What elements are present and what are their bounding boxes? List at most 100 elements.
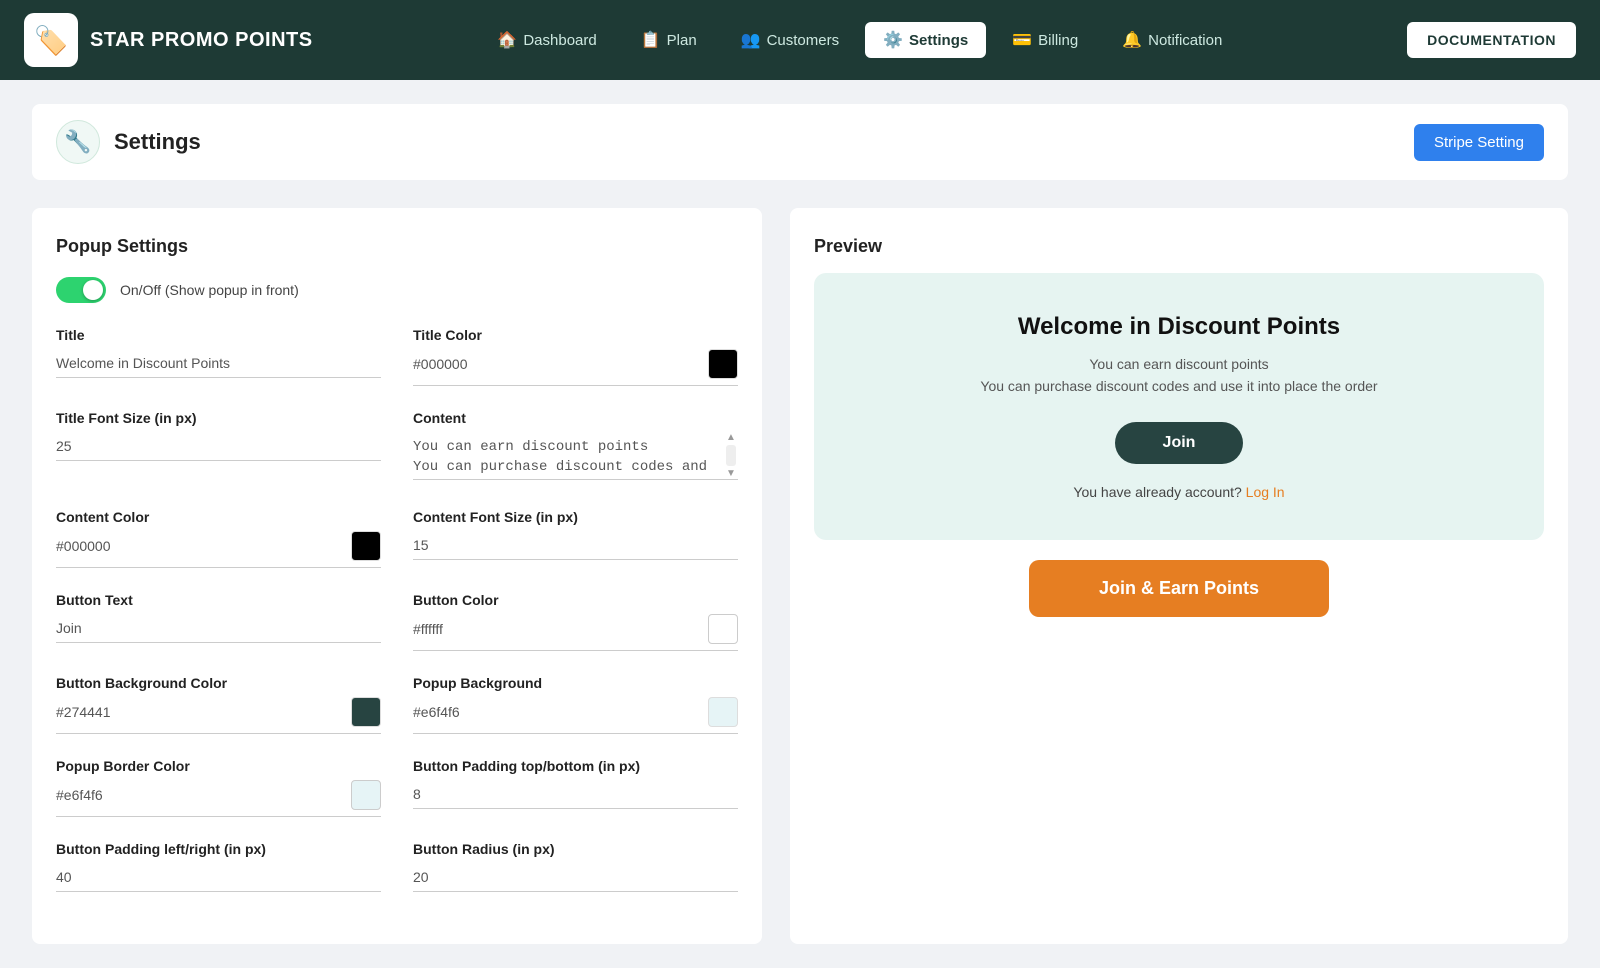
content-color-field: Content Color	[56, 509, 381, 568]
nav-plan[interactable]: 📋 Plan	[623, 22, 715, 58]
settings-icon: ⚙️	[883, 30, 903, 50]
button-radius-field: Button Radius (in px)	[413, 841, 738, 892]
button-color-label: Button Color	[413, 592, 738, 608]
button-bg-color-wrap	[56, 697, 381, 734]
popup-bg-swatch[interactable]	[708, 697, 738, 727]
popup-border-color-field: Popup Border Color	[56, 758, 381, 817]
preview-popup: Welcome in Discount Points You can earn …	[814, 273, 1544, 540]
popup-settings-title: Popup Settings	[56, 236, 738, 257]
popup-login-text: You have already account? Log In	[846, 484, 1512, 500]
content-font-size-input[interactable]	[413, 531, 738, 560]
account-text: You have already account?	[1073, 484, 1241, 500]
textarea-scrollbar[interactable]: ▲ ▼	[724, 432, 738, 479]
wrench-icon: 🔧	[56, 120, 100, 164]
nav-settings-label: Settings	[909, 32, 968, 49]
button-radius-label: Button Radius (in px)	[413, 841, 738, 857]
page-content: 🔧 Settings Stripe Setting Popup Settings…	[0, 80, 1600, 968]
button-radius-input[interactable]	[413, 863, 738, 892]
login-link[interactable]: Log In	[1246, 484, 1285, 500]
content-textarea-wrap: You can earn discount points You can pur…	[413, 432, 738, 485]
content-color-input[interactable]	[56, 538, 341, 554]
title-font-size-input[interactable]	[56, 432, 381, 461]
button-bg-color-swatch[interactable]	[351, 697, 381, 727]
page-title-wrap: 🔧 Settings	[56, 120, 201, 164]
documentation-button[interactable]: DOCUMENTATION	[1407, 22, 1576, 58]
toggle-row: On/Off (Show popup in front)	[56, 277, 738, 303]
content-font-size-label: Content Font Size (in px)	[413, 509, 738, 525]
popup-bg-wrap	[413, 697, 738, 734]
title-input[interactable]	[56, 349, 381, 378]
logo-icon: 🏷️	[24, 13, 78, 67]
title-field: Title	[56, 327, 381, 386]
content-font-size-field: Content Font Size (in px)	[413, 509, 738, 568]
nav-dashboard[interactable]: 🏠 Dashboard	[479, 22, 614, 58]
button-padding-tb-input[interactable]	[413, 780, 738, 809]
popup-border-color-input[interactable]	[56, 787, 341, 803]
settings-form: Title Title Color Title Font Size (in px…	[56, 327, 738, 916]
button-bg-color-field: Button Background Color	[56, 675, 381, 734]
button-color-wrap	[413, 614, 738, 651]
button-padding-lr-field: Button Padding left/right (in px)	[56, 841, 381, 892]
nav-settings[interactable]: ⚙️ Settings	[865, 22, 986, 58]
content-field: Content You can earn discount points You…	[413, 410, 738, 485]
content-color-swatch[interactable]	[351, 531, 381, 561]
left-panel: Popup Settings On/Off (Show popup in fro…	[32, 208, 762, 944]
join-earn-button[interactable]: Join & Earn Points	[1029, 560, 1329, 617]
nav-dashboard-label: Dashboard	[523, 32, 596, 49]
popup-border-color-swatch[interactable]	[351, 780, 381, 810]
title-color-wrap	[413, 349, 738, 386]
logo: 🏷️ STAR PROMO POINTS	[24, 13, 313, 67]
scroll-up-icon: ▲	[726, 432, 736, 443]
content-textarea[interactable]: You can earn discount points You can pur…	[413, 432, 738, 480]
scroll-track	[726, 445, 736, 466]
nav-notification-label: Notification	[1148, 32, 1222, 49]
right-panel: Preview Welcome in Discount Points You c…	[790, 208, 1568, 944]
nav-billing-label: Billing	[1038, 32, 1078, 49]
title-color-swatch[interactable]	[708, 349, 738, 379]
content-label: Content	[413, 410, 738, 426]
billing-icon: 💳	[1012, 30, 1032, 50]
preview-title: Preview	[814, 236, 1544, 257]
popup-toggle[interactable]	[56, 277, 106, 303]
popup-preview-title: Welcome in Discount Points	[846, 313, 1512, 341]
button-bg-color-input[interactable]	[56, 704, 341, 720]
stripe-setting-button[interactable]: Stripe Setting	[1414, 124, 1544, 161]
nav-plan-label: Plan	[667, 32, 697, 49]
popup-bg-input[interactable]	[413, 704, 698, 720]
popup-content-line2: You can purchase discount codes and use …	[846, 375, 1512, 397]
popup-content-line1: You can earn discount points	[846, 353, 1512, 375]
button-text-field: Button Text	[56, 592, 381, 651]
title-color-field: Title Color	[413, 327, 738, 386]
scroll-down-icon: ▼	[726, 468, 736, 479]
button-color-field: Button Color	[413, 592, 738, 651]
nav-customers[interactable]: 👥 Customers	[723, 22, 857, 58]
main-layout: Popup Settings On/Off (Show popup in fro…	[32, 208, 1568, 944]
button-bg-color-label: Button Background Color	[56, 675, 381, 691]
button-text-input[interactable]	[56, 614, 381, 643]
popup-join-button[interactable]: Join	[1115, 422, 1244, 464]
button-padding-tb-field: Button Padding top/bottom (in px)	[413, 758, 738, 817]
title-font-size-label: Title Font Size (in px)	[56, 410, 381, 426]
nav-billing[interactable]: 💳 Billing	[994, 22, 1096, 58]
button-padding-lr-input[interactable]	[56, 863, 381, 892]
button-color-input[interactable]	[413, 621, 698, 637]
button-padding-lr-label: Button Padding left/right (in px)	[56, 841, 381, 857]
button-color-swatch[interactable]	[708, 614, 738, 644]
popup-bg-field: Popup Background	[413, 675, 738, 734]
popup-border-color-label: Popup Border Color	[56, 758, 381, 774]
title-label: Title	[56, 327, 381, 343]
button-text-label: Button Text	[56, 592, 381, 608]
toggle-label: On/Off (Show popup in front)	[120, 282, 299, 298]
button-padding-tb-label: Button Padding top/bottom (in px)	[413, 758, 738, 774]
header: 🏷️ STAR PROMO POINTS 🏠 Dashboard 📋 Plan …	[0, 0, 1600, 80]
popup-bg-label: Popup Background	[413, 675, 738, 691]
content-color-label: Content Color	[56, 509, 381, 525]
popup-preview-content: You can earn discount points You can pur…	[846, 353, 1512, 398]
title-font-size-field: Title Font Size (in px)	[56, 410, 381, 485]
customers-icon: 👥	[741, 30, 761, 50]
page-title: Settings	[114, 129, 201, 155]
notification-icon: 🔔	[1122, 30, 1142, 50]
page-header: 🔧 Settings Stripe Setting	[32, 104, 1568, 180]
title-color-input[interactable]	[413, 356, 698, 372]
nav-notification[interactable]: 🔔 Notification	[1104, 22, 1240, 58]
